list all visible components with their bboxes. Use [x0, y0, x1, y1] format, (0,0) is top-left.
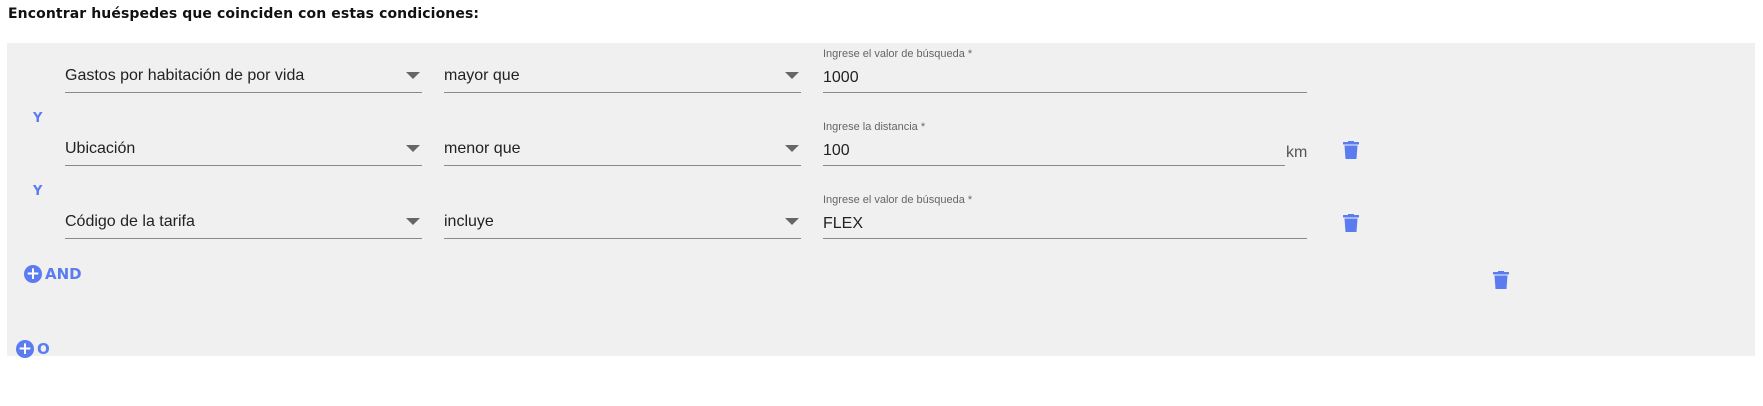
- condition-3-operator-value: incluye: [444, 213, 494, 230]
- add-or-label: O: [37, 340, 50, 358]
- plus-circle-icon: +: [16, 339, 34, 359]
- condition-3-delete-trash-icon[interactable]: [1343, 214, 1359, 232]
- condition-1-operator-select[interactable]: mayor que: [444, 56, 801, 93]
- plus-circle-icon: +: [24, 264, 42, 284]
- condition-1-value-label: Ingrese el valor de búsqueda *: [823, 48, 973, 60]
- condition-1-value-text: 1000: [823, 69, 859, 86]
- page-title: Encontrar huéspedes que coinciden con es…: [8, 6, 480, 22]
- arrow-drop-down-icon: [785, 145, 799, 152]
- condition-3-field-value: Código de la tarifa: [65, 213, 195, 230]
- add-and-label: AND: [45, 265, 82, 283]
- condition-2-delete-trash-icon[interactable]: [1343, 141, 1359, 159]
- condition-2-value-text: 100: [823, 142, 850, 159]
- arrow-drop-down-icon: [785, 72, 799, 79]
- arrow-drop-down-icon: [406, 218, 420, 225]
- and-connector-label: Y: [33, 184, 43, 199]
- condition-1-value-input[interactable]: Ingrese el valor de búsqueda * 1000: [823, 48, 1307, 93]
- condition-2-value-label: Ingrese la distancia *: [823, 121, 926, 133]
- arrow-drop-down-icon: [406, 145, 420, 152]
- condition-2-distance-input[interactable]: Ingrese la distancia * 100: [823, 121, 1285, 166]
- condition-3-value-label: Ingrese el valor de búsqueda *: [823, 194, 973, 206]
- condition-1-field-select[interactable]: Gastos por habitación de por vida: [65, 56, 422, 93]
- arrow-drop-down-icon: [785, 218, 799, 225]
- condition-2-field-select[interactable]: Ubicación: [65, 129, 422, 166]
- condition-3-field-select[interactable]: Código de la tarifa: [65, 202, 422, 239]
- condition-3-value-input[interactable]: Ingrese el valor de búsqueda * FLEX: [823, 194, 1307, 239]
- add-or-group-button[interactable]: + O: [16, 340, 50, 358]
- condition-3-operator-select[interactable]: incluye: [444, 202, 801, 239]
- distance-unit-label: km: [1286, 144, 1308, 161]
- condition-2-operator-value: menor que: [444, 140, 521, 157]
- condition-1-operator-value: mayor que: [444, 67, 520, 84]
- condition-2-operator-select[interactable]: menor que: [444, 129, 801, 166]
- delete-group-trash-icon[interactable]: [1493, 271, 1509, 289]
- condition-3-value-text: FLEX: [823, 215, 864, 232]
- condition-group-panel: Gastos por habitación de por vida mayor …: [7, 43, 1755, 356]
- condition-2-field-value: Ubicación: [65, 140, 136, 157]
- and-connector-label: Y: [33, 111, 43, 126]
- condition-1-field-value: Gastos por habitación de por vida: [65, 67, 305, 84]
- add-and-condition-button[interactable]: + AND: [24, 265, 82, 283]
- arrow-drop-down-icon: [406, 72, 420, 79]
